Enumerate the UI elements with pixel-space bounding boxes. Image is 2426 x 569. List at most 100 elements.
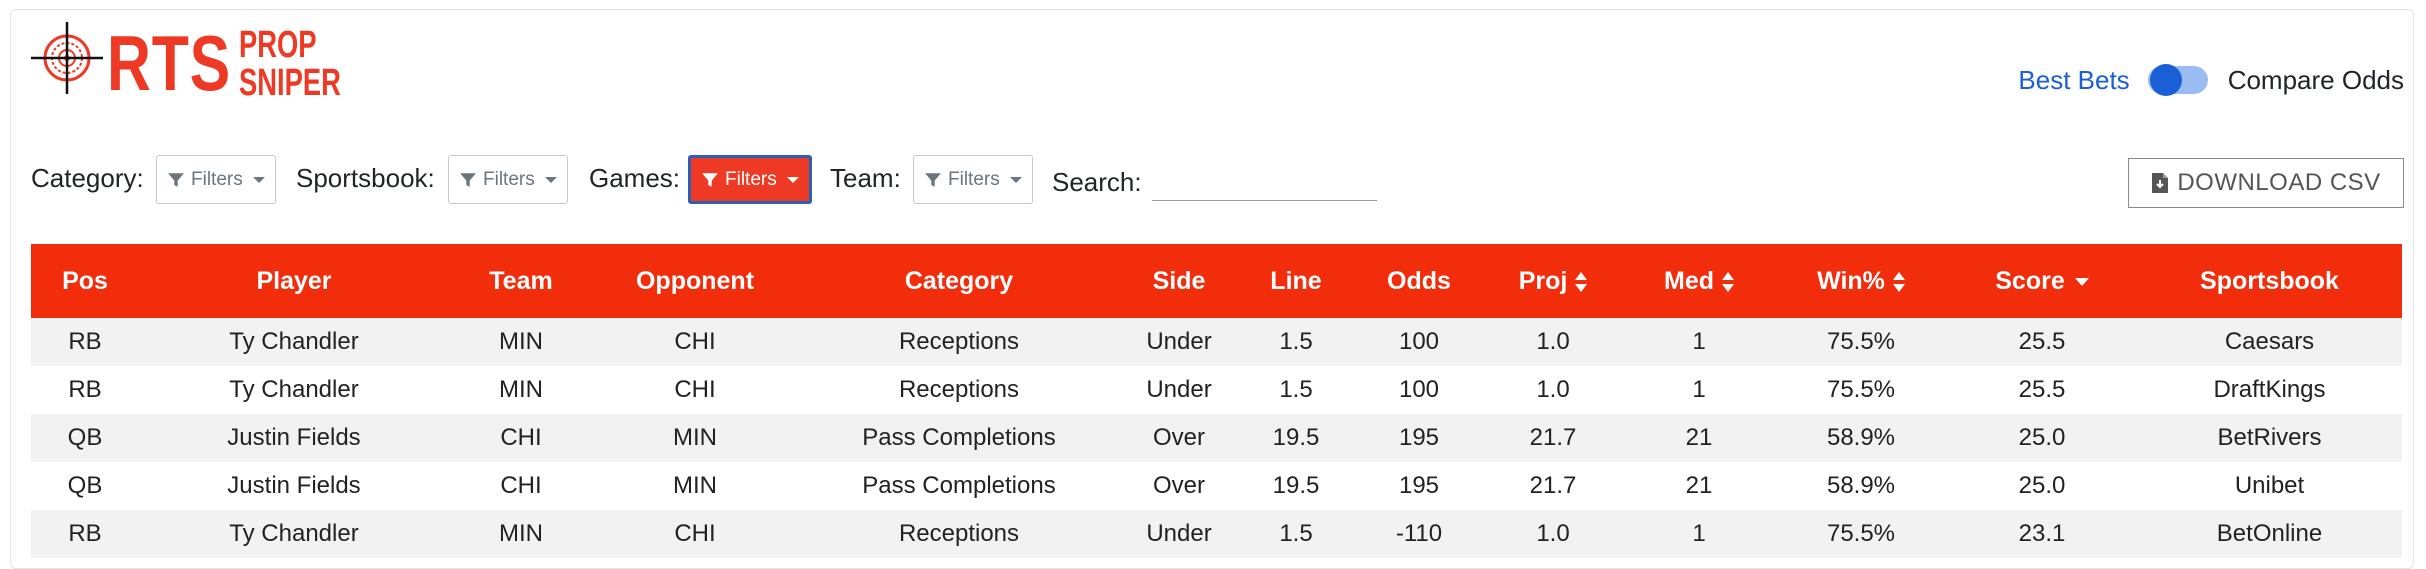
logo-prop-sniper-text: PROP SNIPER [239, 26, 341, 102]
cell-sportsbook: BetOnline [2216, 520, 2323, 547]
cell-proj: 21.7 [1529, 472, 1577, 499]
cell-proj: 1.0 [1536, 376, 1570, 403]
cell-pos: RB [68, 328, 102, 355]
cell-med: 1 [1692, 328, 1706, 355]
column-header-proj[interactable]: Proj [1483, 244, 1623, 318]
cell-med: 21 [1685, 472, 1713, 499]
filter-funnel-icon [460, 172, 476, 187]
category-filter-label: Category: [31, 163, 144, 193]
column-header-team[interactable]: Team [449, 244, 593, 318]
column-header-label: Score [1995, 266, 2065, 295]
sportsbook-filter-button-label: Filters [483, 168, 535, 190]
cell-med: 21 [1685, 424, 1713, 451]
cell-category: Receptions [898, 376, 1020, 403]
sportsbook-filter-button[interactable]: Filters [448, 155, 568, 204]
sort-icon[interactable] [1575, 271, 1588, 293]
sort-icon[interactable] [1722, 271, 1734, 293]
logo-prop-line: PROP [239, 24, 317, 66]
cell-player: Ty Chandler [229, 376, 359, 403]
column-header-player[interactable]: Player [139, 244, 449, 318]
cell-team: MIN [499, 520, 543, 547]
filters-bar: Category: Filters Sportsbook: Filters Ga… [20, 155, 1420, 205]
column-header-sportsbook[interactable]: Sportsbook [2137, 244, 2402, 318]
cell-category: Pass Completions [862, 472, 1056, 499]
cell-sportsbook: Unibet [2234, 472, 2305, 499]
cell-odds: 100 [1398, 376, 1440, 403]
cell-side: Under [1146, 328, 1212, 355]
cell-med: 1 [1692, 376, 1706, 403]
cell-category: Receptions [898, 328, 1020, 355]
cell-opponent: CHI [674, 328, 716, 355]
best-bets-compare-odds-switch[interactable] [2147, 64, 2208, 96]
column-header-win-pct[interactable]: Win% [1775, 244, 1947, 318]
logo-sniper-line: SNIPER [239, 62, 341, 104]
sort-descending-icon[interactable] [2074, 277, 2089, 286]
cell-line: 19.5 [1272, 472, 1320, 499]
props-table: Pos Player Team Opponent Category Side L… [31, 244, 2402, 558]
best-bets-label[interactable]: Best Bets [2018, 65, 2129, 96]
cell-sportsbook: BetRivers [2217, 424, 2322, 451]
crosshair-target-icon [31, 22, 103, 94]
download-csv-button[interactable]: DOWNLOAD CSV [2128, 158, 2404, 208]
cell-proj: 1.0 [1536, 520, 1570, 547]
cell-score: 23.1 [2018, 520, 2066, 547]
table-row[interactable]: RB Ty Chandler MIN CHI Receptions Under … [31, 510, 2402, 558]
column-header-med[interactable]: Med [1623, 244, 1775, 318]
cell-team: CHI [500, 424, 542, 451]
games-filter-label: Games: [589, 163, 681, 193]
table-body: RB Ty Chandler MIN CHI Receptions Under … [31, 318, 2402, 558]
table-row[interactable]: QB Justin Fields CHI MIN Pass Completion… [31, 462, 2402, 510]
column-header-label: Pos [62, 266, 108, 295]
column-header-pos[interactable]: Pos [31, 244, 139, 318]
category-filter-button[interactable]: Filters [156, 155, 276, 204]
cell-pos: QB [67, 424, 103, 451]
table-row[interactable]: RB Ty Chandler MIN CHI Receptions Under … [31, 366, 2402, 414]
chevron-down-icon [544, 176, 557, 183]
cell-side: Over [1152, 424, 1205, 451]
chevron-down-icon [1009, 176, 1022, 183]
cell-line: 1.5 [1279, 328, 1313, 355]
column-header-label: Sportsbook [2200, 266, 2339, 295]
switch-knob [2149, 64, 2182, 96]
cell-score: 25.5 [2018, 328, 2066, 355]
column-header-line[interactable]: Line [1237, 244, 1355, 318]
cell-team: CHI [500, 472, 542, 499]
column-header-score[interactable]: Score [1947, 244, 2137, 318]
cell-win-pct: 75.5% [1826, 520, 1896, 547]
sportsbook-filter-label: Sportsbook: [296, 163, 435, 193]
cell-line: 1.5 [1279, 520, 1313, 547]
column-header-label: Category [904, 266, 1014, 295]
sort-icon[interactable] [1892, 271, 1905, 293]
team-filter-button[interactable]: Filters [913, 155, 1033, 204]
logo-rts-text: RTS [107, 19, 232, 107]
compare-odds-label[interactable]: Compare Odds [2228, 65, 2404, 96]
cell-sportsbook: DraftKings [2213, 376, 2326, 403]
cell-category: Pass Completions [862, 424, 1056, 451]
column-header-label: Team [489, 266, 553, 295]
cell-win-pct: 75.5% [1826, 328, 1896, 355]
view-mode-toggle: Best Bets Compare Odds [2018, 60, 2404, 100]
cell-win-pct: 75.5% [1826, 376, 1896, 403]
column-header-side[interactable]: Side [1121, 244, 1237, 318]
cell-team: MIN [499, 328, 543, 355]
cell-player: Justin Fields [227, 424, 361, 451]
category-filter-button-label: Filters [191, 168, 243, 190]
column-header-label: Win% [1817, 266, 1885, 295]
cell-odds: 100 [1398, 328, 1440, 355]
column-header-odds[interactable]: Odds [1355, 244, 1483, 318]
file-download-icon [2152, 173, 2169, 193]
rts-prop-sniper-logo[interactable]: RTS PROP SNIPER [31, 19, 341, 110]
cell-category: Receptions [898, 520, 1020, 547]
search-input[interactable] [1152, 167, 1377, 201]
column-header-category[interactable]: Category [797, 244, 1121, 318]
games-filter-button[interactable]: Filters [688, 155, 812, 204]
column-header-opponent[interactable]: Opponent [593, 244, 797, 318]
cell-team: MIN [499, 376, 543, 403]
cell-player: Ty Chandler [229, 328, 359, 355]
column-header-label: Proj [1518, 266, 1568, 295]
table-row[interactable]: RB Ty Chandler MIN CHI Receptions Under … [31, 318, 2402, 366]
cell-proj: 1.0 [1536, 328, 1570, 355]
table-row[interactable]: QB Justin Fields CHI MIN Pass Completion… [31, 414, 2402, 462]
cell-proj: 21.7 [1529, 424, 1577, 451]
cell-line: 1.5 [1279, 376, 1313, 403]
